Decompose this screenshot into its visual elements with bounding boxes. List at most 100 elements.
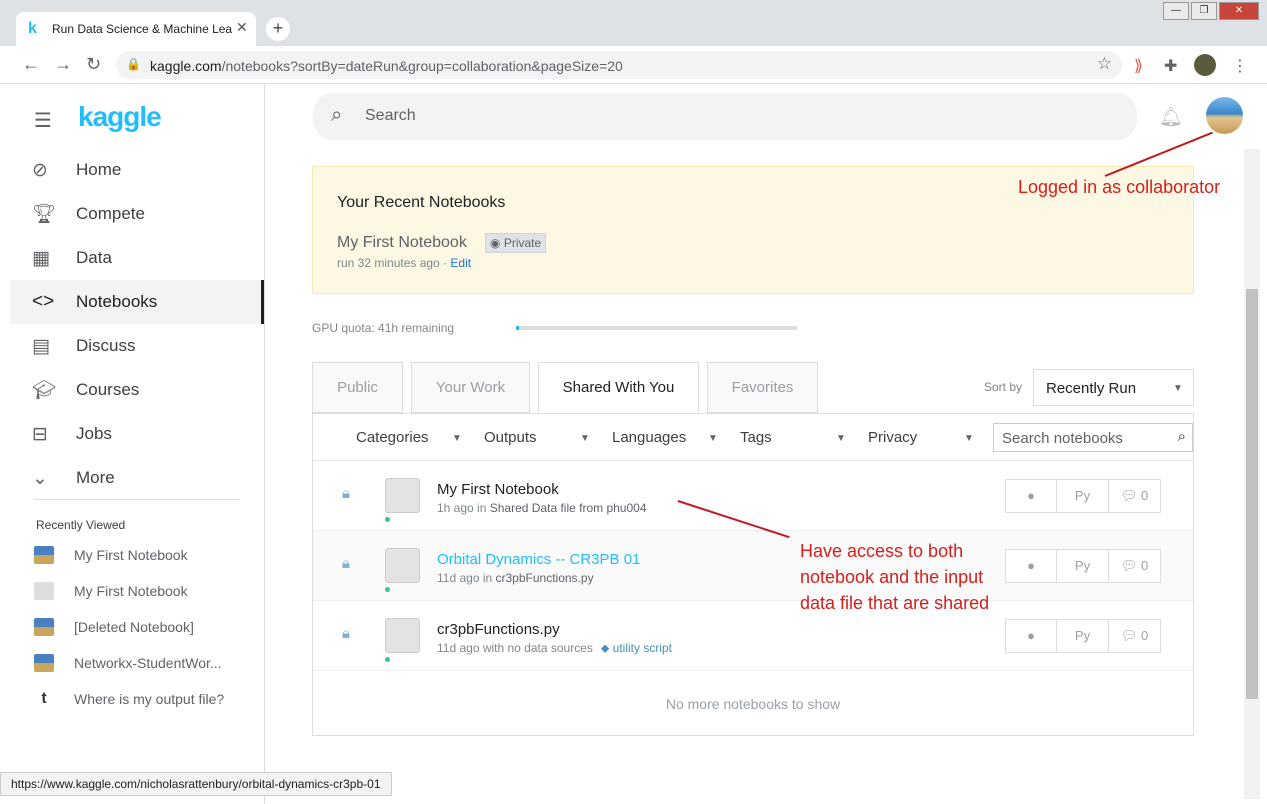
scrollbar-thumb[interactable] bbox=[1246, 289, 1258, 699]
sidebar-item-label: Home bbox=[76, 160, 122, 179]
reload-icon[interactable]: ↻ bbox=[86, 54, 101, 75]
run-status-button[interactable]: ● bbox=[1005, 479, 1057, 513]
notebook-source[interactable]: cr3pbFunctions.py bbox=[496, 571, 594, 585]
notebook-title[interactable]: cr3pbFunctions.py bbox=[437, 621, 560, 638]
filter-languages[interactable]: Languages bbox=[612, 429, 686, 446]
forward-icon[interactable]: → bbox=[54, 54, 72, 75]
restore-button[interactable]: ❐ bbox=[1191, 2, 1217, 20]
sidebar-item-jobs[interactable]: ⊟ Jobs bbox=[10, 412, 264, 456]
annotation-line: notebook and the input bbox=[800, 567, 984, 587]
no-more-notebooks-text: No more notebooks to show bbox=[665, 696, 841, 712]
sidebar-item-label: Notebooks bbox=[76, 292, 158, 311]
filter-privacy[interactable]: Privacy bbox=[868, 429, 917, 446]
notebook-meta: 11d ago with no data sources ⬥ utility sc… bbox=[437, 641, 672, 656]
search-notebooks-input[interactable]: Search notebooks ⌕ bbox=[993, 423, 1193, 452]
private-badge-label: Private bbox=[503, 236, 542, 250]
notebook-title[interactable]: Orbital Dynamics -- CR3PB 01 bbox=[437, 551, 640, 568]
comments-button[interactable]: 💬︎ 0 bbox=[1109, 619, 1161, 653]
browser-profile-avatar[interactable] bbox=[1194, 54, 1216, 76]
lock-icon: 🔒︎ bbox=[342, 625, 350, 642]
status-dot bbox=[385, 517, 390, 522]
hamburger-menu-icon[interactable]: ☰ bbox=[34, 108, 52, 133]
run-status-button[interactable]: ● bbox=[1005, 549, 1057, 583]
dropdown-caret-icon: ▼ bbox=[708, 433, 718, 444]
extension-icon[interactable]: ⟫ bbox=[1134, 56, 1143, 76]
recent-item[interactable]: t Where is my output file? bbox=[34, 684, 242, 714]
comments-button[interactable]: 💬︎ 0 bbox=[1109, 549, 1161, 583]
filter-categories[interactable]: Categories bbox=[356, 429, 429, 446]
window-controls: — ❐ ✕ bbox=[1163, 2, 1259, 20]
back-icon[interactable]: ← bbox=[22, 54, 40, 75]
run-status-button[interactable]: ● bbox=[1005, 619, 1057, 653]
status-dot bbox=[385, 657, 390, 662]
search-notebooks-placeholder: Search notebooks bbox=[1002, 430, 1123, 447]
comments-button[interactable]: 💬︎ 0 bbox=[1109, 479, 1161, 513]
tab-public[interactable]: Public bbox=[312, 362, 403, 413]
gpu-quota-fill bbox=[516, 326, 519, 330]
new-tab-button[interactable]: + bbox=[266, 17, 290, 41]
filter-outputs[interactable]: Outputs bbox=[484, 429, 537, 446]
sort-select[interactable]: Recently Run ▼ bbox=[1033, 369, 1194, 406]
minimize-button[interactable]: — bbox=[1163, 2, 1189, 20]
notebook-thumbnail-icon bbox=[34, 654, 54, 672]
filter-tags[interactable]: Tags bbox=[740, 429, 772, 446]
comment-count: 0 bbox=[1140, 628, 1149, 643]
scrollbar[interactable] bbox=[1244, 149, 1260, 799]
close-window-button[interactable]: ✕ bbox=[1219, 2, 1259, 20]
notebook-list: Categories ▼ Outputs ▼ Languages ▼ Tags … bbox=[312, 413, 1194, 736]
sidebar-item-compete[interactable]: 🏆︎ Compete bbox=[10, 192, 264, 236]
notebook-title[interactable]: My First Notebook bbox=[437, 481, 559, 498]
comment-icon: 💬︎ bbox=[1120, 488, 1138, 503]
close-tab-icon[interactable]: ✕ bbox=[236, 19, 248, 36]
browser-tab[interactable]: k Run Data Science & Machine Lea ✕ bbox=[16, 12, 256, 46]
user-avatar[interactable] bbox=[1206, 97, 1243, 134]
goose-avatar-icon bbox=[385, 478, 420, 513]
gpu-quota-label: GPU quota: 41h remaining bbox=[312, 321, 455, 335]
sidebar-item-discuss[interactable]: ▤ Discuss bbox=[10, 324, 264, 368]
sidebar-item-courses[interactable]: 🎓︎ Courses bbox=[10, 368, 264, 412]
recent-item[interactable]: My First Notebook bbox=[34, 576, 242, 606]
dropdown-caret-icon: ▼ bbox=[580, 433, 590, 444]
lock-icon: 🔒︎ bbox=[342, 485, 350, 502]
notification-bell-icon[interactable]: 🔔︎ bbox=[1159, 105, 1183, 129]
notebook-actions: ● Py 💬︎ 0 bbox=[1005, 549, 1161, 583]
code-icon: <> bbox=[32, 291, 55, 312]
sidebar-item-more[interactable]: ⌄ More bbox=[10, 456, 264, 500]
recent-notebook-meta: run 32 minutes ago · Edit bbox=[337, 256, 471, 270]
kaggle-logo[interactable]: kaggle bbox=[78, 101, 162, 133]
sort-value: Recently Run bbox=[1046, 380, 1137, 397]
recent-item-label: My First Notebook bbox=[74, 583, 188, 599]
puzzle-icon[interactable]: ✚ bbox=[1164, 56, 1177, 76]
bookmark-star-icon[interactable]: ☆ bbox=[1097, 54, 1112, 74]
recent-item[interactable]: My First Notebook bbox=[34, 540, 242, 570]
sidebar-item-data[interactable]: ▦ Data bbox=[10, 236, 264, 280]
notebook-row[interactable]: 🔒︎ My First Notebook 1h ago in Shared Da… bbox=[313, 461, 1193, 531]
goose-avatar-icon bbox=[385, 548, 420, 583]
browser-menu-icon[interactable]: ⋮ bbox=[1232, 56, 1248, 76]
filter-bar: Categories ▼ Outputs ▼ Languages ▼ Tags … bbox=[313, 414, 1193, 461]
sidebar-item-label: Jobs bbox=[76, 424, 112, 443]
search-icon[interactable]: ⌕ bbox=[1178, 428, 1186, 445]
notebook-row[interactable]: 🔒︎ cr3pbFunctions.py 11d ago with no dat… bbox=[313, 601, 1193, 671]
recently-viewed-title: Recently Viewed bbox=[36, 518, 126, 532]
sidebar-item-notebooks[interactable]: <> Notebooks bbox=[10, 280, 264, 324]
recent-item[interactable]: Networkx-StudentWor... bbox=[34, 648, 242, 678]
sidebar-item-home[interactable]: ⊘ Home bbox=[10, 148, 264, 192]
notebook-source[interactable]: Shared Data file from phu004 bbox=[490, 501, 647, 515]
private-badge: ◉ Private bbox=[485, 233, 547, 253]
edit-link[interactable]: Edit bbox=[450, 256, 471, 270]
lock-icon: 🔒︎ bbox=[342, 555, 350, 572]
address-bar[interactable]: 🔒 kaggle.com/notebooks?sortBy=dateRun&gr… bbox=[116, 51, 1122, 79]
recent-item-label: My First Notebook bbox=[74, 547, 188, 563]
comment-icon: 💬︎ bbox=[1120, 628, 1138, 643]
utility-script-tag[interactable]: ⬥ utility script bbox=[601, 641, 672, 655]
recent-notebook-link[interactable]: My First Notebook bbox=[337, 234, 467, 252]
recent-item[interactable]: [Deleted Notebook] bbox=[34, 612, 242, 642]
tab-shared-with-you[interactable]: Shared With You bbox=[538, 362, 699, 414]
recent-item-label: Where is my output file? bbox=[74, 691, 225, 707]
comment-icon: ▤ bbox=[32, 335, 50, 357]
tab-favorites[interactable]: Favorites bbox=[707, 362, 818, 413]
notebook-row[interactable]: 🔒︎ Orbital Dynamics -- CR3PB 01 11d ago … bbox=[313, 531, 1193, 601]
tab-your-work[interactable]: Your Work bbox=[411, 362, 530, 413]
site-search-input[interactable]: ⌕ Search bbox=[313, 93, 1137, 140]
